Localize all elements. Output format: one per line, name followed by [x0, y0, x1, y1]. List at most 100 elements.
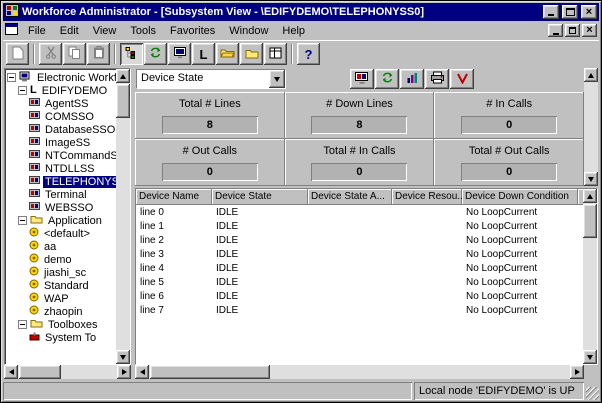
view-selector-combobox[interactable]: Device State	[136, 69, 286, 89]
tree-item-label[interactable]: jiashi_sc	[42, 267, 88, 279]
tree-item-imagess[interactable]: ImageSS	[29, 136, 116, 149]
tree-item-label[interactable]: COMSSO	[43, 111, 96, 123]
tree-item-toolboxes[interactable]: Toolboxes	[18, 318, 116, 331]
tree-item-label[interactable]: Standard	[42, 280, 91, 292]
scroll-right-button[interactable]	[570, 365, 584, 379]
tree-item-label[interactable]: NTCommandSS	[43, 150, 116, 162]
tree-item-label[interactable]: <default>	[42, 228, 92, 240]
chart-button[interactable]	[400, 69, 424, 89]
column-device-down-condition[interactable]: Device Down Condition	[462, 189, 578, 205]
stats-vertical-scrollbar[interactable]	[584, 68, 598, 186]
table-row[interactable]: line 4IDLENo LoopCurrent	[136, 261, 583, 275]
combobox-dropdown-button[interactable]	[269, 70, 285, 88]
collapse-icon[interactable]	[7, 73, 16, 82]
scroll-track[interactable]	[116, 83, 130, 350]
tree-item-zhaopin[interactable]: zhaopin	[29, 305, 116, 318]
open-folder-button[interactable]	[216, 43, 239, 65]
device-monitor-button[interactable]	[350, 69, 374, 89]
validate-button[interactable]	[450, 69, 474, 89]
tree-item-application[interactable]: Application	[18, 214, 116, 227]
scroll-down-button[interactable]	[583, 350, 597, 364]
scroll-track[interactable]	[584, 82, 598, 172]
folder-button[interactable]	[240, 43, 263, 65]
tree-horizontal-scrollbar[interactable]	[4, 365, 131, 379]
collapse-icon[interactable]	[18, 320, 27, 329]
copy-button[interactable]	[63, 43, 86, 65]
scroll-up-button[interactable]	[116, 69, 130, 83]
tree-item-label[interactable]: AgentSS	[43, 98, 90, 110]
tree-item-wap[interactable]: WAP	[29, 292, 116, 305]
scroll-up-button[interactable]	[584, 68, 598, 82]
tree-item-label[interactable]: System To	[43, 332, 98, 344]
column-device-name[interactable]: Device Name	[136, 189, 212, 205]
tree-item-label[interactable]: DatabaseSSO	[43, 124, 116, 136]
scroll-thumb[interactable]	[19, 365, 61, 379]
tree-item-label[interactable]: EDIFYDEMO	[40, 85, 109, 97]
column-device-resource[interactable]: Device Resou...	[392, 189, 462, 205]
tree-item-default-app[interactable]: <default>	[29, 227, 116, 240]
l-tool-button[interactable]: L	[192, 43, 215, 65]
grid-view-button[interactable]	[264, 43, 287, 65]
tree-item-terminal[interactable]: Terminal	[29, 188, 116, 201]
tree-item-label[interactable]: demo	[42, 254, 74, 266]
scroll-right-button[interactable]	[117, 365, 131, 379]
tree-item-label[interactable]: Terminal	[43, 189, 89, 201]
refresh-button[interactable]	[375, 69, 399, 89]
menu-favorites[interactable]: Favorites	[163, 23, 222, 39]
tree-item-databasesso[interactable]: DatabaseSSO	[29, 123, 116, 136]
tree-item-ntcommandss[interactable]: NTCommandSS	[29, 149, 116, 162]
new-button[interactable]	[6, 43, 29, 65]
print-button[interactable]	[425, 69, 449, 89]
tree-item-jiashi[interactable]: jiashi_sc	[29, 266, 116, 279]
tree-item-telephonyss0[interactable]: TELEPHONYSS0	[29, 175, 116, 188]
tree-item-label[interactable]: WAP	[42, 293, 71, 305]
scroll-thumb[interactable]	[583, 204, 597, 238]
tree-item-websso[interactable]: WEBSSO	[29, 201, 116, 214]
maximize-button[interactable]	[562, 5, 578, 19]
menu-help[interactable]: Help	[275, 23, 312, 39]
tree-item-edifydemo[interactable]: L EDIFYDEMO	[18, 84, 116, 97]
tree-item-label[interactable]: WEBSSO	[43, 202, 95, 214]
tree-item-label[interactable]: ImageSS	[43, 137, 92, 149]
table-row[interactable]: line 5IDLENo LoopCurrent	[136, 275, 583, 289]
scroll-down-button[interactable]	[584, 172, 598, 186]
collapse-icon[interactable]	[18, 216, 27, 225]
refresh-view-button[interactable]	[144, 43, 167, 65]
menu-tools[interactable]: Tools	[123, 23, 163, 39]
tree-item-label[interactable]: Toolboxes	[46, 319, 100, 331]
subsystem-view-button[interactable]	[120, 43, 143, 65]
cut-button[interactable]	[39, 43, 62, 65]
scroll-up-button[interactable]	[583, 189, 597, 203]
resize-grip[interactable]	[586, 387, 599, 400]
scroll-left-button[interactable]	[135, 365, 149, 379]
tree-item-label-selected[interactable]: TELEPHONYSS0	[43, 176, 116, 188]
mdi-restore-button[interactable]	[565, 24, 580, 37]
view-selector-value[interactable]: Device State	[137, 70, 269, 88]
tree-item-label[interactable]: aa	[42, 241, 58, 253]
scroll-track[interactable]	[149, 365, 570, 379]
table-row[interactable]: line 6IDLENo LoopCurrent	[136, 289, 583, 303]
minimize-button[interactable]	[543, 5, 559, 19]
mdi-minimize-button[interactable]	[548, 24, 563, 37]
collapse-icon[interactable]	[18, 86, 27, 95]
table-row[interactable]: line 7IDLENo LoopCurrent	[136, 303, 583, 317]
scroll-track[interactable]	[18, 365, 117, 379]
tree-item-aa[interactable]: aa	[29, 240, 116, 253]
mdi-close-button[interactable]: ×	[582, 24, 597, 37]
tree-item-label[interactable]: Application	[46, 215, 104, 227]
tree-item-label[interactable]: zhaopin	[42, 306, 85, 318]
menu-edit[interactable]: Edit	[53, 23, 86, 39]
tree-item-label[interactable]: Electronic Workfor	[35, 72, 116, 84]
tree-item-agentss[interactable]: AgentSS	[29, 97, 116, 110]
tree-item-demo[interactable]: demo	[29, 253, 116, 266]
menu-view[interactable]: View	[86, 23, 124, 39]
table-row[interactable]: line 3IDLENo LoopCurrent	[136, 247, 583, 261]
menu-file[interactable]: File	[21, 23, 53, 39]
tree-item-label[interactable]: NTDLLSS	[43, 163, 97, 175]
tree-item-standard[interactable]: Standard	[29, 279, 116, 292]
column-device-state-attr[interactable]: Device State A...	[308, 189, 392, 205]
menu-window[interactable]: Window	[222, 23, 275, 39]
tree-vertical-scrollbar[interactable]	[116, 69, 130, 364]
scroll-track[interactable]	[583, 203, 597, 350]
monitor-view-button[interactable]	[168, 43, 191, 65]
